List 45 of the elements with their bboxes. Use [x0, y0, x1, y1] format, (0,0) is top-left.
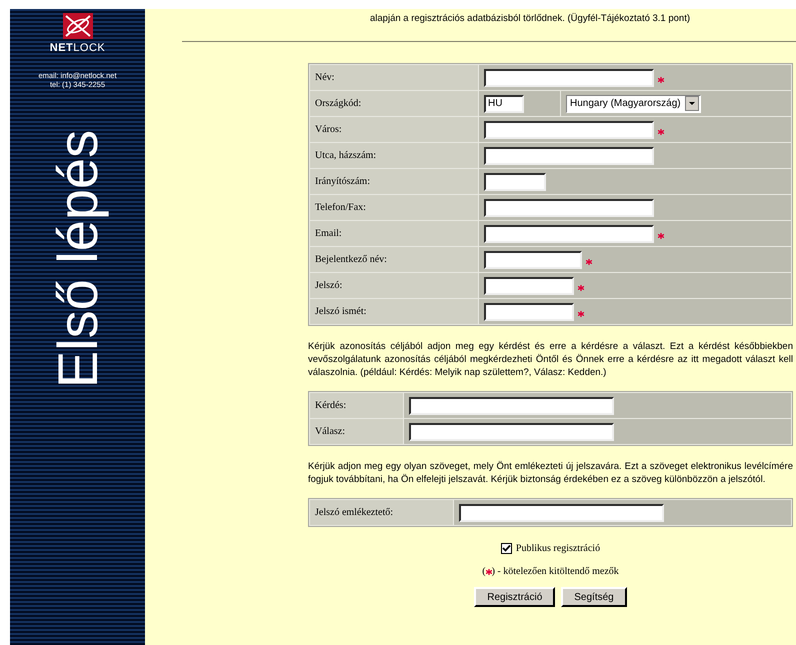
required-asterisk-icon — [578, 311, 584, 317]
legend-text: ( — [482, 566, 486, 577]
text-field[interactable] — [409, 396, 614, 414]
field-label: Email: — [310, 221, 478, 246]
field-label: Irányítószám: — [310, 169, 478, 194]
logo-icon — [62, 13, 92, 39]
field-label: Jelszó ismét: — [310, 299, 478, 324]
field-label: Válasz: — [310, 419, 403, 444]
text-field[interactable] — [484, 250, 582, 268]
field-label: Kérdés: — [310, 393, 403, 418]
country-dropdown[interactable]: Hungary (Magyarország) — [566, 94, 701, 112]
text-field[interactable] — [484, 172, 546, 190]
field-label: Név: — [310, 65, 478, 90]
legend-text: ) - kötelezően kitöltendő mezők — [492, 566, 619, 577]
field-label: Telefon/Fax: — [310, 195, 478, 220]
password-field[interactable] — [484, 302, 574, 320]
checkbox-label: Publikus regisztráció — [516, 543, 600, 554]
required-asterisk-icon — [658, 129, 664, 135]
reminder-instructions: Kérjük adjon meg egy olyan szöveget, mely Önt emlékezteti új jelszavára. Ezt a szöveget elektronikus levélcímére fogjuk továbbítani, ha Ön elfelejti jelszavát. Kérjük biztonság érdekében ez a szöveg különbözzön a jelszótól. — [308, 460, 793, 486]
field-label: Bejelentkező név: — [310, 247, 478, 272]
intro-text: alapján a regisztrációs adatbázisból törlődnek. (Ügyfél-Tájékoztató 3.1 pont) — [369, 12, 692, 24]
help-button[interactable]: Segítség — [561, 587, 627, 607]
logo-wordmark: NETLOCK — [50, 42, 106, 54]
required-asterisk-icon — [578, 285, 584, 291]
required-asterisk-icon — [658, 77, 664, 83]
text-field[interactable] — [409, 422, 614, 440]
text-field[interactable] — [484, 198, 654, 216]
field-label: Jelszó: — [310, 273, 478, 298]
register-button[interactable]: Regisztráció — [474, 587, 556, 607]
text-field[interactable] — [459, 504, 664, 522]
text-field[interactable] — [484, 120, 654, 138]
password-field[interactable] — [484, 276, 574, 294]
field-label: Utca, házszám: — [310, 143, 478, 168]
checkbox[interactable] — [500, 543, 512, 554]
text-field[interactable] — [484, 68, 654, 86]
text-field[interactable] — [484, 224, 654, 242]
text-field[interactable] — [484, 146, 654, 164]
required-asterisk-icon — [658, 233, 664, 239]
field-label: Város: — [310, 117, 478, 142]
field-label: Jelszó emlékeztető: — [310, 500, 453, 525]
required-asterisk-icon — [586, 259, 592, 265]
question-instructions: Kérjük azonosítás céljából adjon meg egy kérdést és erre a kérdésre a választ. Ezt a kérdést későbbiekben vevőszolgálatunk azonosítás céljából megkérdezheti Öntől és Önnek erre a kérdésre az itt megadott választ kell válaszolnia. (például: Kérdés: Melyik nap születtem?, Válasz: Kedden.) — [308, 340, 793, 379]
field-label: Országkód: — [310, 91, 478, 116]
required-asterisk-icon — [486, 568, 492, 574]
country-code-field[interactable]: HU — [484, 94, 524, 112]
